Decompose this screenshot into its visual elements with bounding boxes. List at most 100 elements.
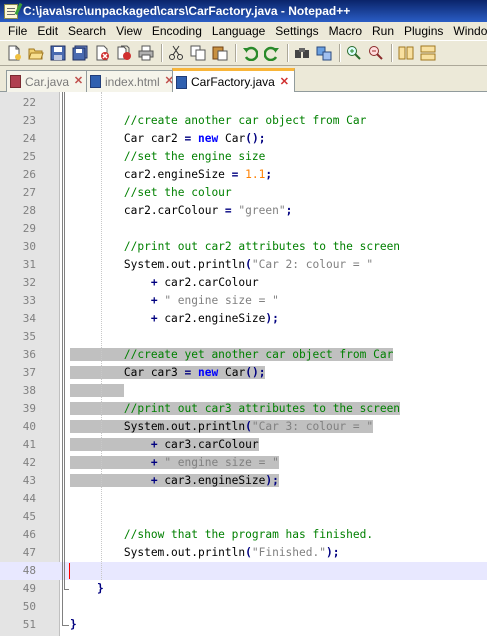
cut-icon[interactable] xyxy=(166,43,186,63)
code-line[interactable]: 32 + car2.carColour xyxy=(0,274,487,292)
line-number: 31 xyxy=(22,258,36,271)
code-line[interactable]: 49 } xyxy=(0,580,487,598)
paste-icon[interactable] xyxy=(210,43,230,63)
toolbar-separator xyxy=(235,44,237,62)
line-number: 44 xyxy=(22,492,36,505)
sync-vertical-icon[interactable] xyxy=(396,43,416,63)
html-file-icon xyxy=(90,75,101,88)
code-line[interactable]: 30 //print out car2 attributes to the sc… xyxy=(0,238,487,256)
fold-end-method xyxy=(64,589,69,590)
code-text: car2.carColour = "green"; xyxy=(70,204,293,217)
tab-label: index.html xyxy=(105,74,160,89)
menu-view[interactable]: View xyxy=(111,22,147,40)
menu-file[interactable]: File xyxy=(0,22,32,40)
fold-end-class xyxy=(62,625,69,626)
line-number: 51 xyxy=(22,618,36,631)
tab-index-html[interactable]: index.html ✕ xyxy=(86,70,180,92)
code-line[interactable]: 46 //show that the program has finished. xyxy=(0,526,487,544)
tab-carfactory-java[interactable]: CarFactory.java ✕ xyxy=(172,68,295,93)
code-text: } xyxy=(96,582,104,595)
java-file-icon xyxy=(10,75,21,88)
line-number: 38 xyxy=(22,384,36,397)
code-line[interactable]: 39 //print out car3 attributes to the sc… xyxy=(0,400,487,418)
menu-run[interactable]: Run xyxy=(367,22,399,40)
code-line[interactable]: 41 + car3.carColour xyxy=(0,436,487,454)
line-number: 36 xyxy=(22,348,36,361)
menu-settings[interactable]: Settings xyxy=(270,22,323,40)
undo-icon[interactable] xyxy=(240,43,260,63)
tab-label: CarFactory.java xyxy=(191,75,275,89)
find-icon[interactable] xyxy=(292,43,312,63)
code-text: + car3.carColour xyxy=(70,436,259,454)
line-number: 43 xyxy=(22,474,36,487)
menu-edit[interactable]: Edit xyxy=(32,22,63,40)
code-line[interactable]: 44 xyxy=(0,490,487,508)
line-number: 30 xyxy=(22,240,36,253)
menu-language[interactable]: Language xyxy=(207,22,270,40)
code-line[interactable]: 47 System.out.println("Finished."); xyxy=(0,544,487,562)
code-text: } xyxy=(70,618,77,631)
code-line[interactable]: 25 //set the engine size xyxy=(0,148,487,166)
line-number: 23 xyxy=(22,114,36,127)
code-text: //print out car2 attributes to the scree… xyxy=(123,240,401,253)
code-text: Car car3 = new Car(); xyxy=(70,366,266,379)
menu-window[interactable]: Window xyxy=(448,22,487,40)
new-file-icon[interactable] xyxy=(4,43,24,63)
redo-icon[interactable] xyxy=(262,43,282,63)
code-text: System.out.println("Finished."); xyxy=(70,546,340,559)
code-line[interactable]: 35 xyxy=(0,328,487,346)
close-file-icon[interactable] xyxy=(92,43,112,63)
code-line[interactable]: 27 //set the colour xyxy=(0,184,487,202)
tab-car-java[interactable]: Car.java ✕ xyxy=(6,70,90,92)
zoom-in-icon[interactable] xyxy=(344,43,364,63)
close-tab-icon[interactable]: ✕ xyxy=(279,76,290,88)
code-line[interactable]: 28 car2.carColour = "green"; xyxy=(0,202,487,220)
copy-icon[interactable] xyxy=(188,43,208,63)
menu-encoding[interactable]: Encoding xyxy=(147,22,207,40)
code-line[interactable]: 23 //create another car object from Car xyxy=(0,112,487,130)
code-line[interactable]: 51} xyxy=(0,616,487,634)
code-line[interactable]: 22 xyxy=(0,94,487,112)
line-number: 29 xyxy=(22,222,36,235)
code-line[interactable]: 26 car2.engineSize = 1.1; xyxy=(0,166,487,184)
code-text: //set the engine size xyxy=(123,150,266,163)
toolbar-separator xyxy=(287,44,289,62)
toolbar xyxy=(0,40,487,66)
close-all-icon[interactable] xyxy=(114,43,134,63)
print-icon[interactable] xyxy=(136,43,156,63)
code-line[interactable]: 48 xyxy=(0,562,487,580)
line-number: 40 xyxy=(22,420,36,433)
fold-guide-method xyxy=(64,92,65,589)
code-editor[interactable]: 22 23 //create another car object from Ca… xyxy=(0,92,487,636)
indent-guide xyxy=(101,92,103,580)
zoom-out-icon[interactable] xyxy=(366,43,386,63)
code-line[interactable]: 31 System.out.println("Car 2: colour = " xyxy=(0,256,487,274)
code-line[interactable]: 24 Car car2 = new Car(); xyxy=(0,130,487,148)
line-number: 49 xyxy=(22,582,36,595)
code-line[interactable]: 42 + " engine size = " xyxy=(0,454,487,472)
code-line[interactable]: 37 Car car3 = new Car(); xyxy=(0,364,487,382)
menu-macro[interactable]: Macro xyxy=(324,22,367,40)
open-file-icon[interactable] xyxy=(26,43,46,63)
code-line[interactable]: 43 + car3.engineSize); xyxy=(0,472,487,490)
sync-horizontal-icon[interactable] xyxy=(418,43,438,63)
code-line[interactable]: 45 xyxy=(0,508,487,526)
code-line[interactable]: 40 System.out.println("Car 3: colour = " xyxy=(0,418,487,436)
code-line[interactable]: 33 + " engine size = " xyxy=(0,292,487,310)
menu-search[interactable]: Search xyxy=(63,22,111,40)
menu-plugins[interactable]: Plugins xyxy=(399,22,448,40)
save-all-icon[interactable] xyxy=(70,43,90,63)
code-line[interactable]: 34 + car2.engineSize); xyxy=(0,310,487,328)
code-line[interactable]: 29 xyxy=(0,220,487,238)
replace-icon[interactable] xyxy=(314,43,334,63)
save-icon[interactable] xyxy=(48,43,68,63)
line-number: 46 xyxy=(22,528,36,541)
close-tab-icon[interactable]: ✕ xyxy=(73,76,84,87)
code-line[interactable]: 38 xyxy=(0,382,487,400)
code-text: //print out car3 attributes to the scree… xyxy=(70,400,401,418)
toolbar-separator xyxy=(161,44,163,62)
line-number: 42 xyxy=(22,456,36,469)
code-line[interactable]: 50 xyxy=(0,598,487,616)
code-line[interactable]: 36 //create yet another car object from … xyxy=(0,346,487,364)
notepad-plus-plus-icon xyxy=(4,3,18,19)
